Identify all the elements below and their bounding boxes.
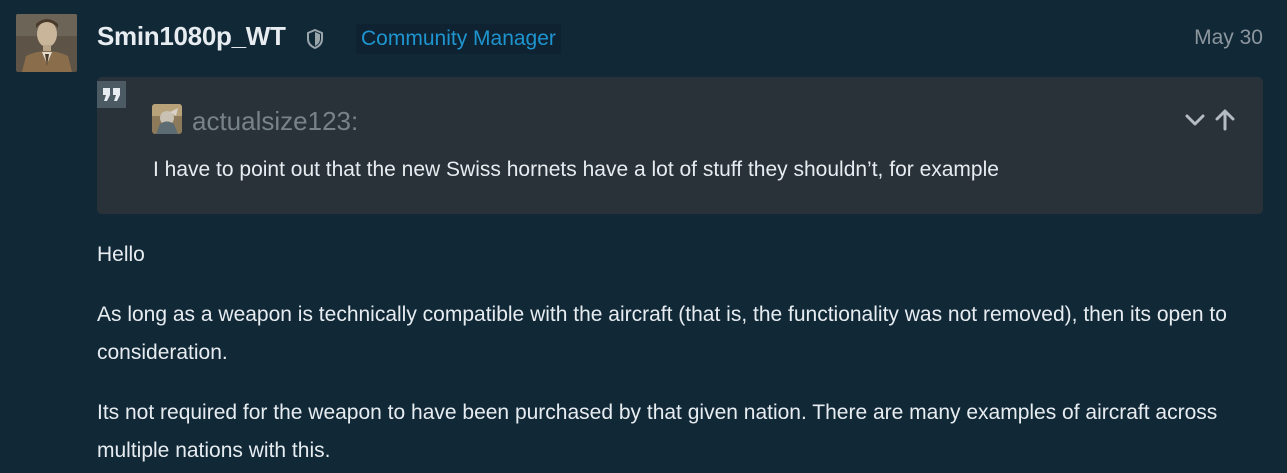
post-paragraph: Hello	[97, 243, 145, 266]
quote-controls	[1183, 108, 1239, 132]
post-paragraph: Its not required for the weapon to have …	[97, 401, 1218, 462]
quoted-text: I have to point out that the new Swiss h…	[153, 158, 999, 181]
quoted-user-avatar[interactable]	[152, 104, 182, 134]
quote-block: actualsize123: I have to point out that …	[97, 77, 1263, 214]
arrow-up-icon[interactable]	[1213, 108, 1237, 132]
chevron-down-icon[interactable]	[1183, 108, 1207, 132]
user-title-badge[interactable]: Community Manager	[356, 24, 561, 54]
post-date[interactable]: May 30	[1194, 26, 1263, 50]
author-avatar[interactable]	[16, 14, 77, 72]
quote-icon	[97, 81, 126, 108]
shield-icon	[306, 28, 324, 50]
post-paragraph: As long as a weapon is technically compa…	[97, 303, 1227, 364]
quoted-username[interactable]: actualsize123:	[192, 106, 358, 137]
forum-post: Smin1080p_WT Community Manager May 30 ac…	[0, 0, 1287, 473]
author-name[interactable]: Smin1080p_WT	[97, 21, 286, 52]
